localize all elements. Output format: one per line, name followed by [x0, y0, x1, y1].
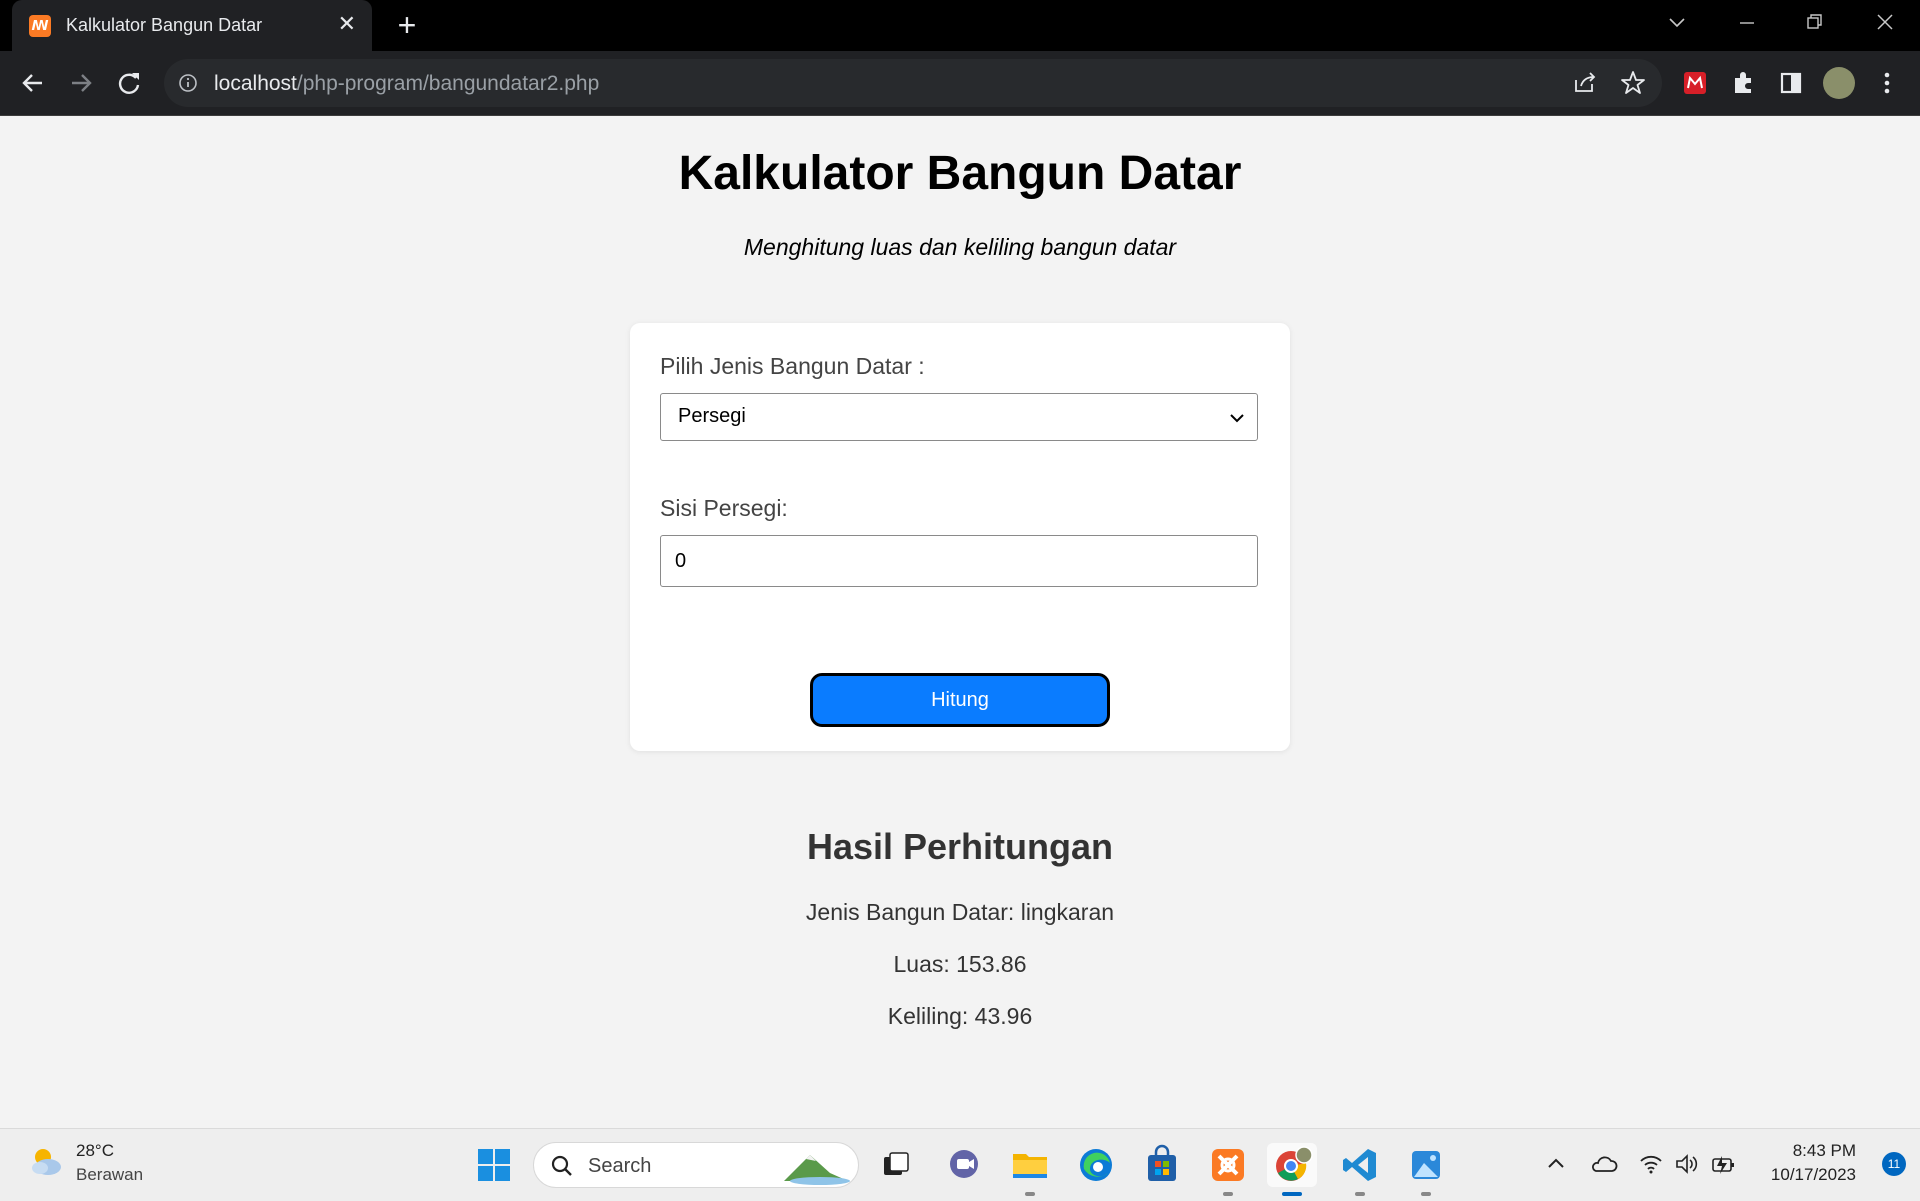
microsoft-store-app[interactable] — [1140, 1143, 1184, 1187]
volume-icon[interactable] — [1674, 1153, 1700, 1175]
chrome-icon — [1276, 1146, 1313, 1181]
url-text[interactable]: localhost/php-program/bangundatar2.php — [214, 72, 599, 96]
vscode-icon — [1343, 1149, 1376, 1181]
store-icon — [1148, 1144, 1176, 1181]
teams-chat-app[interactable] — [942, 1143, 986, 1187]
weather-condition: Berawan — [76, 1165, 144, 1184]
active-indicator — [1282, 1192, 1302, 1196]
partly-cloudy-icon — [32, 1149, 61, 1175]
search-label: Search — [588, 1155, 652, 1177]
mendeley-extension-icon[interactable] — [1678, 66, 1712, 100]
wifi-icon[interactable] — [1638, 1153, 1664, 1175]
search-icon — [551, 1155, 572, 1176]
windows-taskbar: 28°C Berawan Search 8:43 PM 10/17/2023 1… — [0, 1128, 1920, 1201]
new-tab-button[interactable]: + — [390, 8, 424, 42]
url-path: /php-program/bangundatar2.php — [296, 72, 600, 95]
page-subtitle: Menghitung luas dan keliling bangun data… — [743, 234, 1177, 260]
profile-avatar[interactable] — [1823, 67, 1855, 99]
address-bar[interactable]: localhost/php-program/bangundatar2.php — [164, 59, 1662, 107]
close-window-icon[interactable] — [1876, 13, 1894, 31]
back-arrow-icon[interactable] — [16, 66, 50, 100]
xampp-icon — [1212, 1149, 1244, 1181]
edge-icon — [1080, 1149, 1112, 1181]
restore-icon[interactable] — [1806, 13, 1824, 31]
running-indicator — [1421, 1192, 1431, 1196]
clock-date: 10/17/2023 — [1770, 1165, 1856, 1184]
windows-start-icon[interactable] — [472, 1143, 516, 1187]
onedrive-cloud-icon[interactable] — [1590, 1153, 1618, 1175]
result-perimeter: Keliling: 43.96 — [887, 1003, 1033, 1029]
page-title: Kalkulator Bangun Datar — [678, 147, 1242, 200]
task-view-app[interactable] — [874, 1143, 918, 1187]
running-indicator — [1223, 1192, 1233, 1196]
vscode-app[interactable] — [1338, 1143, 1382, 1196]
file-explorer-app[interactable] — [1008, 1143, 1052, 1196]
shape-select[interactable]: Persegi — [660, 393, 1258, 441]
web-page: Kalkulator Bangun Datar Menghitung luas … — [0, 116, 1920, 1128]
edge-browser-app[interactable] — [1074, 1143, 1118, 1187]
xampp-app[interactable] — [1206, 1143, 1250, 1196]
url-host: localhost — [214, 72, 297, 95]
bookmark-star-icon[interactable] — [1616, 66, 1650, 100]
forward-arrow-icon[interactable] — [64, 66, 98, 100]
side-panel-icon[interactable] — [1774, 66, 1808, 100]
taskbar-search[interactable]: Search — [533, 1142, 859, 1188]
shape-select-label: Pilih Jenis Bangun Datar : — [660, 353, 925, 379]
notification-badge[interactable]: 11 — [1882, 1152, 1906, 1176]
calculate-button[interactable]: Hitung — [810, 673, 1110, 727]
site-info-icon[interactable] — [178, 73, 198, 93]
calculator-form: Pilih Jenis Bangun Datar : Persegi Sisi … — [630, 323, 1290, 751]
xampp-favicon-icon: ꟿ — [29, 15, 51, 37]
folder-icon — [1013, 1154, 1047, 1178]
tab-search-chevron-icon[interactable] — [1668, 14, 1686, 32]
battery-charging-icon[interactable] — [1710, 1153, 1738, 1175]
share-icon[interactable] — [1568, 66, 1602, 100]
chrome-app[interactable] — [1267, 1143, 1317, 1196]
browser-tab[interactable]: ꟿ Kalkulator Bangun Datar ✕ — [12, 0, 372, 51]
side-length-input[interactable]: 0 — [660, 535, 1258, 587]
show-hidden-icons-chevron-icon[interactable] — [1545, 1153, 1567, 1175]
chevron-down-icon — [1230, 414, 1244, 423]
system-clock[interactable]: 8:43 PM 10/17/2023 — [1771, 1141, 1856, 1185]
menu-kebab-icon[interactable] — [1870, 66, 1904, 100]
shape-select-value: Persegi — [678, 405, 746, 427]
side-length-value: 0 — [675, 550, 687, 572]
tab-title: Kalkulator Bangun Datar — [66, 15, 263, 35]
weather-widget[interactable]: 28°C Berawan — [26, 1141, 143, 1186]
browser-tab-strip: ꟿ Kalkulator Bangun Datar ✕ + — [0, 0, 1920, 51]
extensions-puzzle-icon[interactable] — [1726, 66, 1760, 100]
photos-app[interactable] — [1404, 1143, 1448, 1196]
result-title: Hasil Perhitungan — [806, 826, 1114, 867]
photos-icon — [1412, 1151, 1440, 1179]
tab-close-button[interactable]: ✕ — [338, 11, 356, 37]
chat-icon — [950, 1150, 978, 1178]
reload-icon[interactable] — [112, 66, 146, 100]
running-indicator — [1025, 1192, 1035, 1196]
clock-time: 8:43 PM — [1792, 1141, 1856, 1160]
browser-toolbar: localhost/php-program/bangundatar2.php — [0, 51, 1920, 116]
minimize-icon[interactable] — [1738, 14, 1756, 32]
side-input-label: Sisi Persegi: — [660, 495, 788, 521]
running-indicator — [1355, 1192, 1365, 1196]
weather-temperature: 28°C — [76, 1141, 114, 1160]
search-highlight-landscape-icon — [784, 1155, 850, 1185]
result-area: Luas: 153.86 — [893, 951, 1027, 977]
task-view-icon — [884, 1152, 909, 1175]
result-shape-type: Jenis Bangun Datar: lingkaran — [805, 899, 1115, 925]
